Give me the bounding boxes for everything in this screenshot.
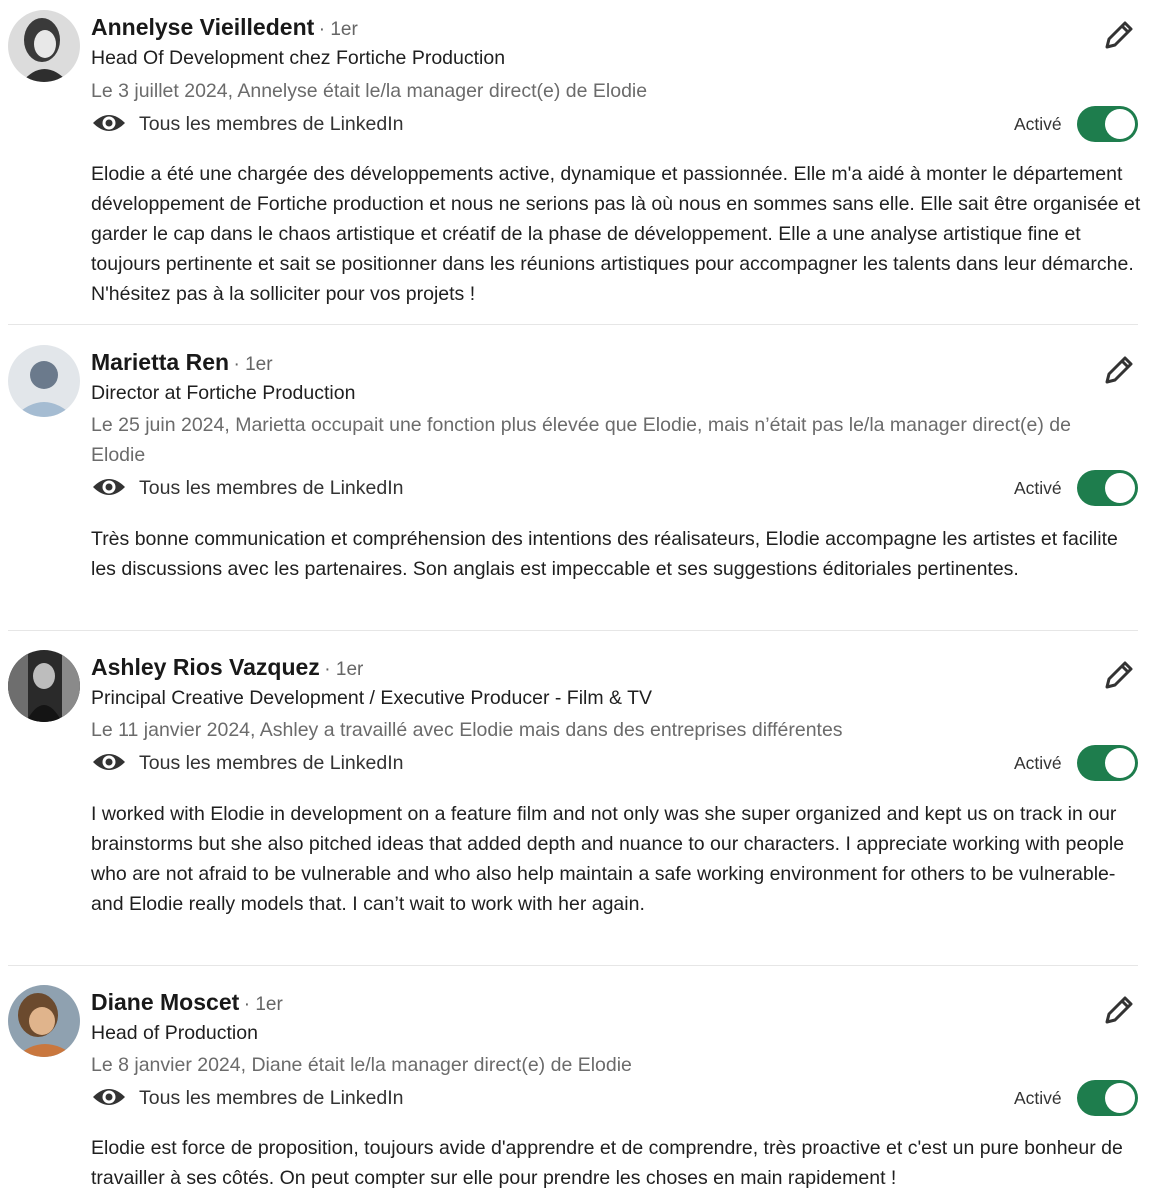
recommendation-text: Elodie a été une chargée des développeme…: [91, 163, 1141, 305]
status-label: Activé: [1014, 1088, 1062, 1108]
status-label: Activé: [1014, 478, 1062, 498]
divider: [8, 324, 1138, 325]
divider: [8, 630, 1138, 631]
status-label: Activé: [1014, 114, 1062, 134]
name-line: Ashley Rios Vazquez · 1er: [91, 650, 363, 684]
visibility-label: Tous les membres de LinkedIn: [139, 477, 404, 499]
eye-icon: [93, 754, 125, 771]
avatar[interactable]: [8, 985, 80, 1057]
divider: [8, 965, 1138, 966]
recommendation-card: Marietta Ren · 1er Director at Fortiche …: [0, 345, 1157, 615]
toggle-knob: [1105, 748, 1135, 778]
recommender-headline: Director at Fortiche Production: [91, 382, 356, 404]
pencil-icon[interactable]: [1100, 18, 1136, 54]
visibility-setting: Tous les membres de LinkedIn: [91, 1083, 403, 1113]
toggle-knob: [1105, 473, 1135, 503]
eye-icon: [93, 1089, 125, 1106]
recommender-headline: Principal Creative Development / Executi…: [91, 687, 653, 709]
status-label: Activé: [1014, 753, 1062, 773]
connection-degree: · 1er: [233, 354, 273, 375]
visibility-setting: Tous les membres de LinkedIn: [91, 473, 403, 503]
visibility-toggle[interactable]: [1077, 106, 1138, 142]
visibility-toggle[interactable]: [1077, 470, 1138, 506]
recommender-headline: Head Of Development chez Fortiche Produc…: [91, 47, 506, 69]
toggle-knob: [1105, 1083, 1135, 1113]
name-line: Annelyse Vieilledent · 1er: [91, 10, 358, 44]
recommender-name[interactable]: Diane Moscet: [91, 989, 239, 1015]
name-line: Marietta Ren · 1er: [91, 345, 273, 379]
relation-text: Le 25 juin 2024, Marietta occupait une f…: [91, 414, 1071, 466]
eye-icon: [93, 115, 125, 132]
pencil-icon[interactable]: [1100, 353, 1136, 389]
visibility-setting: Tous les membres de LinkedIn: [91, 748, 403, 778]
pencil-icon[interactable]: [1100, 993, 1136, 1029]
avatar[interactable]: [8, 10, 80, 82]
avatar[interactable]: [8, 650, 80, 722]
toggle-knob: [1105, 109, 1135, 139]
recommender-name[interactable]: Ashley Rios Vazquez: [91, 654, 320, 680]
recommendation-card: Ashley Rios Vazquez · 1er Principal Crea…: [0, 650, 1157, 955]
visibility-label: Tous les membres de LinkedIn: [139, 752, 404, 774]
recommendation-text: Elodie est force de proposition, toujour…: [91, 1137, 1123, 1189]
recommendation-text: I worked with Elodie in development on a…: [91, 803, 1125, 915]
recommender-headline: Head of Production: [91, 1022, 258, 1044]
pencil-icon[interactable]: [1100, 658, 1136, 694]
recommendation-card: Annelyse Vieilledent · 1er Head Of Devel…: [0, 10, 1157, 310]
connection-degree: · 1er: [324, 659, 364, 680]
connection-degree: · 1er: [243, 994, 283, 1015]
connection-degree: · 1er: [318, 19, 358, 40]
recommendation-text: Très bonne communication et compréhensio…: [91, 528, 1118, 580]
recommendation-card: Diane Moscet · 1er Head of Production Le…: [0, 985, 1157, 1200]
visibility-toggle[interactable]: [1077, 745, 1138, 781]
visibility-label: Tous les membres de LinkedIn: [139, 113, 404, 135]
visibility-toggle[interactable]: [1077, 1080, 1138, 1116]
eye-icon: [93, 479, 125, 496]
relation-text: Le 11 janvier 2024, Ashley a travaillé a…: [91, 719, 843, 741]
avatar[interactable]: [8, 345, 80, 417]
name-line: Diane Moscet · 1er: [91, 985, 283, 1019]
visibility-label: Tous les membres de LinkedIn: [139, 1087, 404, 1109]
relation-text: Le 8 janvier 2024, Diane était le/la man…: [91, 1054, 632, 1076]
recommender-name[interactable]: Marietta Ren: [91, 349, 229, 375]
recommender-name[interactable]: Annelyse Vieilledent: [91, 14, 314, 40]
visibility-setting: Tous les membres de LinkedIn: [91, 109, 403, 139]
relation-text: Le 3 juillet 2024, Annelyse était le/la …: [91, 80, 648, 102]
